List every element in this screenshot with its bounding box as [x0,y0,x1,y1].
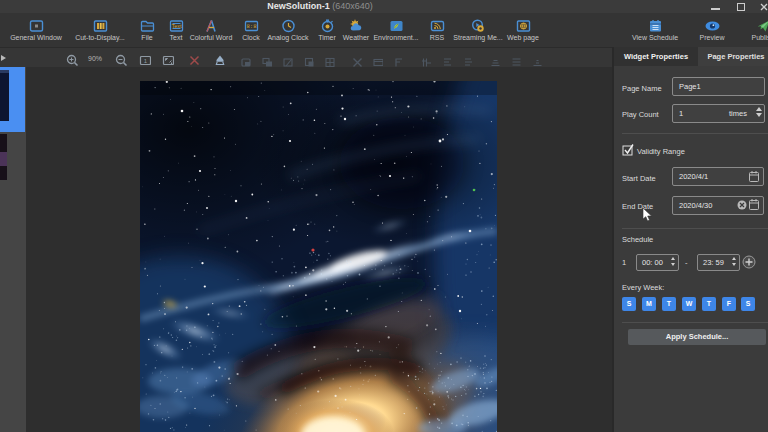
svg-text:1: 1 [144,58,148,64]
